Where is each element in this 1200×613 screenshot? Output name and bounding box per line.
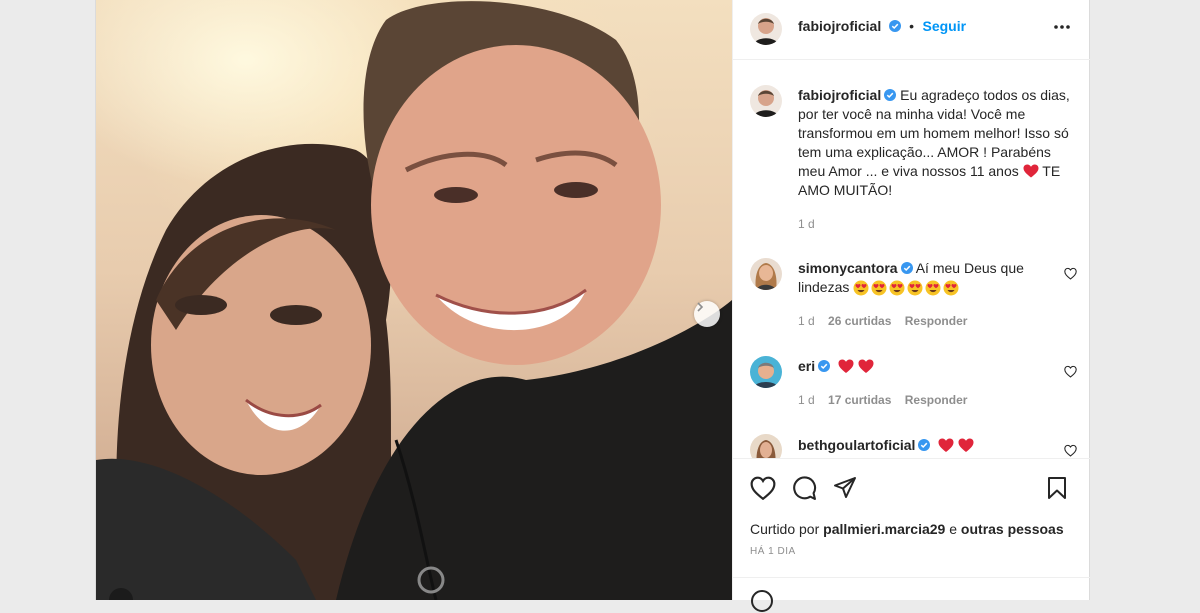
comment-avatar-simonycantora[interactable] <box>750 258 782 290</box>
verified-icon <box>884 89 897 101</box>
caption-time: 1 d <box>798 217 815 231</box>
comment-simonycantora: simonycantora Aí meu Deus que lindezas <box>798 259 1038 297</box>
caption-username[interactable]: fabiojroficial <box>798 87 881 103</box>
heart-eyes-emojis <box>853 280 959 296</box>
liked-prefix: Curtido por <box>750 521 820 537</box>
heart-eyes-emoji-icon <box>871 280 887 296</box>
author-username[interactable]: fabiojroficial <box>798 18 881 34</box>
verified-icon <box>900 262 913 274</box>
liked-by: Curtido por pallmieri.marcia29 e outras … <box>750 521 1064 537</box>
verified-icon <box>818 360 831 372</box>
comment-like-heart-icon[interactable] <box>1064 444 1077 457</box>
post-actions: Curtido por pallmieri.marcia29 e outras … <box>733 458 1090 612</box>
liked-others-link[interactable]: outras pessoas <box>961 521 1064 537</box>
comment-bethgoulartoficial: bethgoulartoficial <box>798 436 978 455</box>
next-photo-button[interactable] <box>694 301 720 327</box>
author-avatar[interactable] <box>750 13 782 45</box>
comment-likes[interactable]: 26 curtidas <box>828 314 891 328</box>
verified-icon <box>888 20 901 32</box>
emoji-icon[interactable] <box>750 589 774 613</box>
comment-username[interactable]: eri <box>798 358 815 374</box>
caption-avatar[interactable] <box>750 85 782 117</box>
heart-eyes-emoji-icon <box>889 280 905 296</box>
comment-time: 1 d <box>798 314 815 328</box>
chevron-right-icon <box>697 302 704 312</box>
add-comment-bar[interactable] <box>733 577 1090 612</box>
comment-meta: 1 d 26 curtidas Responder <box>798 314 977 328</box>
save-icon[interactable] <box>1046 476 1068 500</box>
comment-eri: eri <box>798 357 878 376</box>
post-side-panel: fabiojroficial • Seguir fabiojroficial E… <box>732 0 1090 612</box>
comment-icon[interactable] <box>792 476 817 501</box>
photo-illustration <box>96 1 732 600</box>
comment-username[interactable]: bethgoulartoficial <box>798 437 915 453</box>
liked-user-link[interactable]: pallmieri.marcia29 <box>823 521 945 537</box>
two-hearts-emoji-icon <box>938 438 974 452</box>
comment-username[interactable]: simonycantora <box>798 260 898 276</box>
comment-like-heart-icon[interactable] <box>1064 267 1077 280</box>
heart-eyes-emoji-icon <box>853 280 869 296</box>
separator-dot: • <box>909 18 915 34</box>
post-header: fabiojroficial • Seguir <box>733 0 1090 60</box>
comment-avatar-eri[interactable] <box>750 356 782 388</box>
reply-button[interactable]: Responder <box>905 393 968 407</box>
caption: fabiojroficial Eu agradeço todos os dias… <box>798 86 1070 200</box>
reply-button[interactable]: Responder <box>905 314 968 328</box>
comment-likes[interactable]: 17 curtidas <box>828 393 891 407</box>
post-photo[interactable] <box>96 0 732 600</box>
comment-avatar-bethgoulartoficial[interactable] <box>750 434 782 458</box>
liked-suffix: e <box>949 521 958 537</box>
more-icon[interactable] <box>1052 17 1072 37</box>
verified-icon <box>918 439 931 451</box>
heart-eyes-emoji-icon <box>925 280 941 296</box>
red-heart-emoji-icon <box>1023 164 1039 178</box>
post-date[interactable]: HÁ 1 DIA <box>750 546 796 557</box>
heart-eyes-emoji-icon <box>943 280 959 296</box>
comment-time: 1 d <box>798 393 815 407</box>
heart-icon[interactable] <box>750 476 776 500</box>
two-hearts-emoji-icon <box>838 359 874 373</box>
follow-button[interactable]: Seguir <box>923 18 967 34</box>
comment-like-heart-icon[interactable] <box>1064 365 1077 378</box>
share-icon[interactable] <box>833 476 857 500</box>
instagram-post: fabiojroficial • Seguir fabiojroficial E… <box>95 0 1090 612</box>
comment-meta: 1 d 17 curtidas Responder <box>798 393 977 407</box>
comment-bethgoulart-clip: bethgoulartoficial <box>733 428 1090 458</box>
heart-eyes-emoji-icon <box>907 280 923 296</box>
